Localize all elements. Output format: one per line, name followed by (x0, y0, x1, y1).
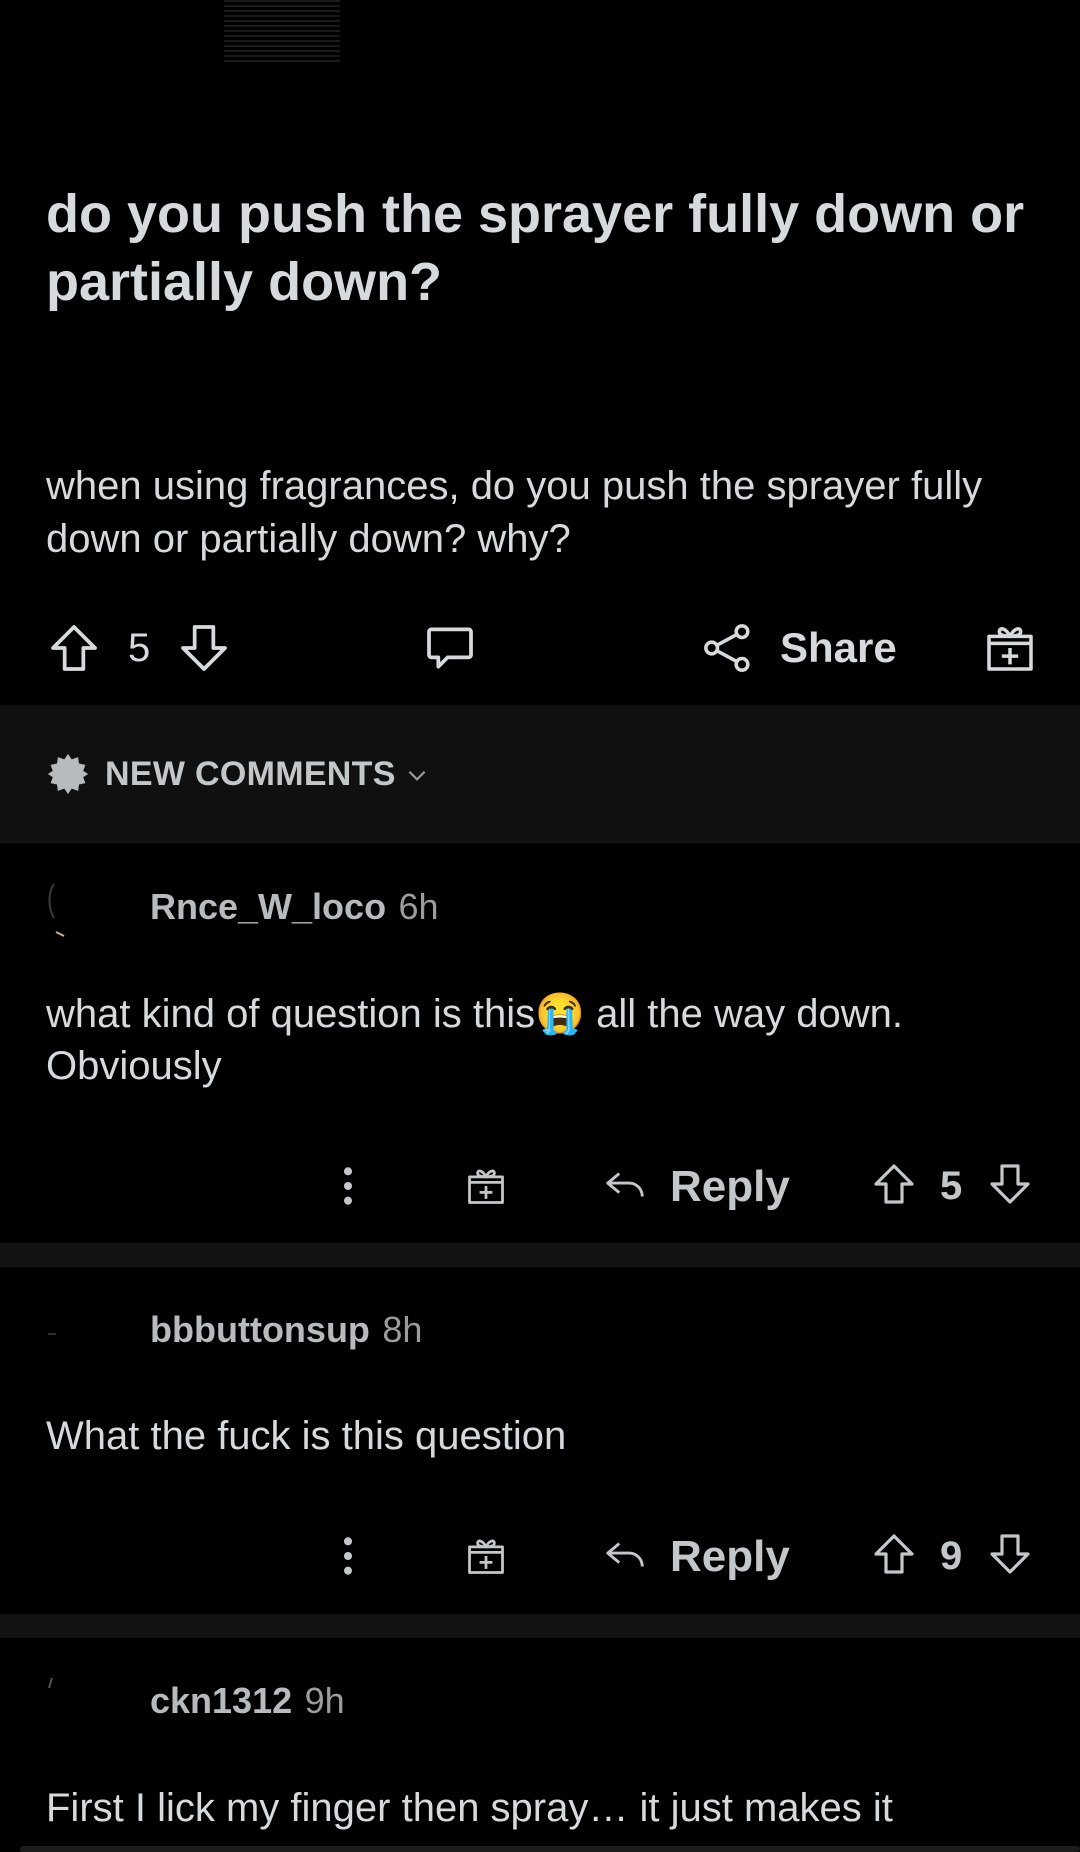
reply-icon[interactable] (602, 1532, 648, 1578)
sort-badge-icon (46, 752, 90, 796)
upvote-icon[interactable] (870, 1160, 918, 1208)
downvote-icon[interactable] (986, 1160, 1034, 1208)
comment-text-part: what kind of question is this (46, 992, 536, 1036)
comment-author[interactable]: ckn1312 (150, 1680, 292, 1721)
comment-age: 8h (382, 1309, 423, 1350)
comment-age: 6h (398, 886, 439, 927)
comment-icon[interactable] (422, 620, 478, 676)
comment-divider (0, 1243, 1080, 1267)
avatar[interactable] (46, 1672, 70, 1732)
share-button-label[interactable]: Share (780, 624, 897, 672)
award-icon[interactable] (464, 1534, 508, 1578)
comment-text: what kind of question is this😭 all the w… (46, 988, 1046, 1092)
comment-vote-count: 9 (940, 1534, 963, 1578)
sort-label[interactable]: NEW COMMENTS (105, 755, 396, 794)
comment-age: 9h (304, 1680, 345, 1721)
comment-author[interactable]: Rnce_W_loco (150, 886, 386, 927)
comment-header: ckn1312 9h (150, 1680, 345, 1722)
downvote-icon[interactable] (986, 1530, 1034, 1578)
comment-text: What the fuck is this question (46, 1414, 567, 1458)
status-bar-scribble (224, 0, 340, 62)
share-icon[interactable] (700, 620, 756, 676)
comment-header: bbbuttonsup 8h (150, 1309, 422, 1351)
post-body: when using fragrances, do you push the s… (46, 464, 983, 561)
award-icon[interactable] (464, 1164, 508, 1208)
reply-icon[interactable] (602, 1162, 648, 1208)
post-title: do you push the sprayer fully down or pa… (46, 184, 1025, 312)
upvote-icon[interactable] (46, 620, 102, 676)
comment-author[interactable]: bbbuttonsup (150, 1309, 370, 1350)
comment-text: First I lick my finger then spray… it ju… (46, 1786, 893, 1830)
avatar[interactable] (46, 1300, 70, 1360)
chevron-down-icon[interactable] (404, 762, 430, 788)
more-options-icon[interactable] (332, 1534, 364, 1578)
upvote-icon[interactable] (870, 1530, 918, 1578)
post-vote-count: 5 (128, 626, 151, 670)
reply-button-label[interactable]: Reply (670, 1162, 790, 1212)
reply-button-label[interactable]: Reply (670, 1532, 790, 1582)
avatar[interactable] (46, 878, 70, 938)
crying-emoji: 😭 (535, 992, 585, 1036)
comment-vote-count: 5 (940, 1164, 963, 1208)
more-options-icon[interactable] (332, 1164, 364, 1208)
award-icon[interactable] (982, 620, 1038, 676)
comment-divider (0, 1614, 1080, 1638)
bottom-bar-edge (20, 1846, 1080, 1852)
comment-header: Rnce_W_loco 6h (150, 886, 439, 928)
downvote-icon[interactable] (176, 620, 232, 676)
